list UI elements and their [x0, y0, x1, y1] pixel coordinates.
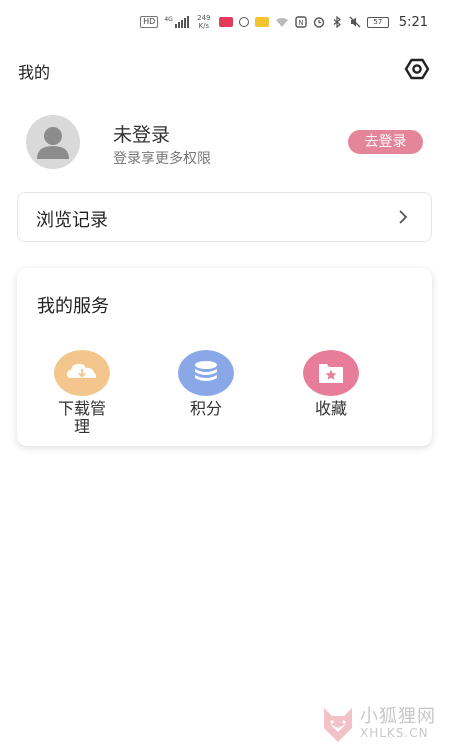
header: 我的: [0, 55, 450, 85]
points-button[interactable]: 积分: [166, 350, 246, 418]
fox-logo-icon: [324, 708, 352, 742]
network-type: 4G: [164, 16, 173, 23]
eye-settings-icon[interactable]: [402, 57, 432, 81]
chevron-right-icon: [399, 210, 408, 224]
login-hint: 登录享更多权限: [113, 151, 211, 167]
signal-icon: 4G: [164, 16, 189, 28]
speed-unit: K/s: [198, 22, 210, 30]
username: 未登录: [113, 124, 171, 146]
page-title: 我的: [18, 63, 51, 82]
nfc-icon: N: [295, 16, 307, 28]
network-speed: 249 K/s: [195, 14, 213, 30]
login-button[interactable]: 去登录: [348, 130, 423, 154]
watermark-en: XHLKS.CN: [360, 726, 429, 740]
svg-text:N: N: [298, 19, 303, 27]
download-manager-button[interactable]: 下载管理: [42, 350, 122, 436]
hd-badge: HD: [140, 16, 159, 28]
battery-icon: 57: [366, 16, 389, 28]
download-manager-label: 下载管理: [57, 399, 106, 436]
message-notification-icon: [254, 17, 269, 27]
cloud-download-icon: [54, 350, 110, 396]
bluetooth-icon: [333, 16, 341, 28]
folder-star-icon: [303, 350, 359, 396]
coin-stack-icon: [178, 350, 234, 396]
clock: 5:21: [398, 14, 428, 30]
profile-section: 未登录 登录享更多权限 去登录: [0, 112, 450, 174]
alarm-icon: [313, 17, 324, 28]
favorites-button[interactable]: 收藏: [291, 350, 371, 418]
browsing-history-label: 浏览记录: [36, 210, 108, 231]
default-user-icon: [37, 127, 69, 159]
speed-value: 249: [197, 14, 211, 22]
avatar[interactable]: [26, 115, 80, 169]
circle-notification-icon: [238, 17, 249, 27]
app-notification-icon: [218, 17, 233, 27]
mute-icon: [349, 16, 361, 28]
wifi-icon: [275, 18, 288, 27]
favorites-label: 收藏: [314, 399, 347, 418]
watermark-cn: 小狐狸网: [360, 706, 436, 727]
status-bar: HD 4G 249 K/s N 57 5:21: [0, 0, 450, 44]
browsing-history-row[interactable]: 浏览记录: [17, 192, 432, 242]
watermark: 小狐狸网 XHLKS.CN: [318, 700, 448, 750]
services-title: 我的服务: [37, 296, 109, 317]
my-services-card: 我的服务 下载管理 积分 收藏: [17, 268, 432, 446]
points-label: 积分: [189, 399, 222, 418]
